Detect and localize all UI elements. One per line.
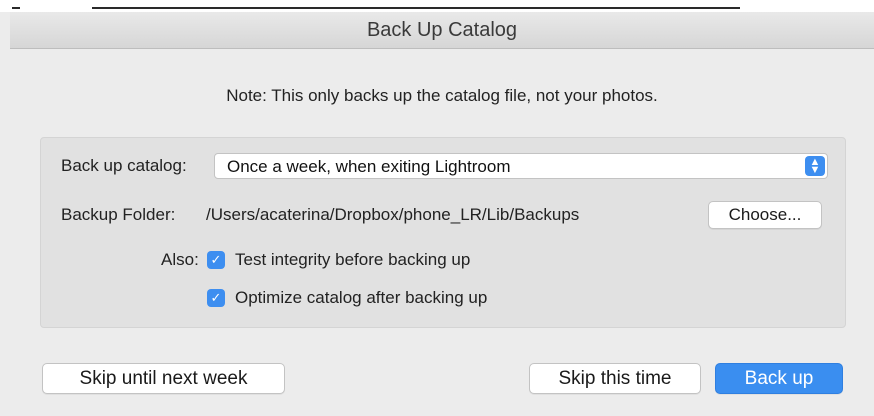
skip-until-next-week-button[interactable]: Skip until next week	[42, 363, 285, 394]
back-up-catalog-dialog: Note: This only backs up the catalog fil…	[10, 49, 874, 416]
backup-folder-label: Backup Folder:	[61, 205, 176, 224]
checkmark-icon: ✓	[210, 290, 222, 305]
strip-line	[12, 7, 20, 9]
optimize-catalog-label[interactable]: Optimize catalog after backing up	[235, 288, 487, 308]
settings-group: Back up catalog: Once a week, when exiti…	[40, 137, 846, 328]
dialog-titlebar[interactable]: Back Up Catalog	[10, 12, 874, 49]
skip-this-time-button[interactable]: Skip this time	[529, 363, 701, 394]
strip-line	[640, 7, 740, 9]
strip-line	[92, 7, 200, 9]
up-down-chevron-icon: ▲ ▼	[805, 156, 825, 176]
checkmark-icon: ✓	[210, 252, 222, 267]
catalog-frequency-select[interactable]: Once a week, when exiting Lightroom ▲ ▼	[214, 153, 828, 179]
note-text: Note: This only backs up the catalog fil…	[226, 86, 658, 105]
catalog-frequency-value: Once a week, when exiting Lightroom	[227, 157, 511, 176]
dialog-title: Back Up Catalog	[366, 18, 518, 41]
choose-folder-button[interactable]: Choose...	[708, 201, 822, 229]
back-up-button[interactable]: Back up	[715, 363, 843, 394]
also-label: Also:	[161, 250, 199, 269]
test-integrity-checkbox[interactable]: ✓	[207, 251, 225, 269]
strip-line	[200, 7, 640, 9]
optimize-catalog-checkbox[interactable]: ✓	[207, 289, 225, 307]
test-integrity-label[interactable]: Test integrity before backing up	[235, 250, 470, 270]
backup-folder-path: /Users/acaterina/Dropbox/phone_LR/Lib/Ba…	[206, 205, 580, 224]
background-window-strip	[0, 0, 874, 12]
catalog-frequency-label: Back up catalog:	[61, 156, 187, 175]
